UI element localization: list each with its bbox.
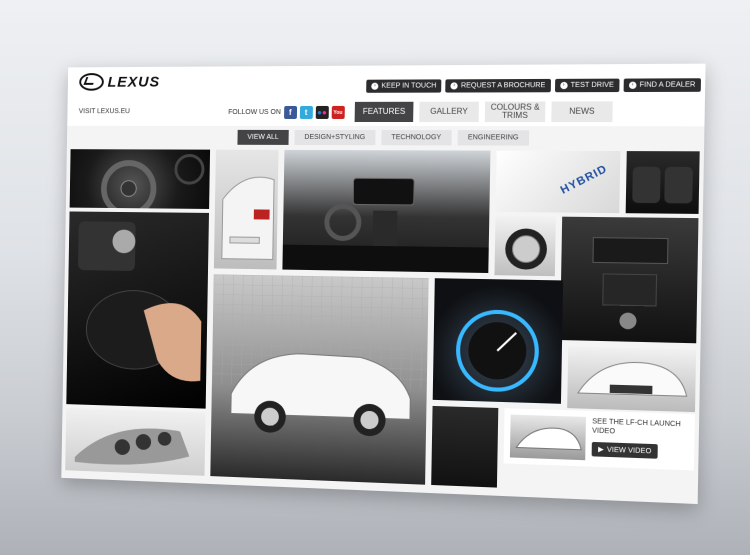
hybrid-badge-photo[interactable]: HYBRID	[495, 150, 621, 214]
sub-nav: VIEW ALL DESIGN+STYLING TECHNOLOGY ENGIN…	[237, 129, 530, 146]
rear-car-photo[interactable]	[213, 149, 279, 270]
hero-car-photo[interactable]	[210, 274, 429, 485]
tab-features[interactable]: FEATURES	[354, 101, 414, 123]
dashboard-image	[282, 150, 489, 274]
play-icon: ▶	[597, 446, 604, 454]
gauge-image	[433, 278, 563, 404]
filter-design-styling[interactable]: DESIGN+STYLING	[294, 129, 376, 146]
promo-car-image	[510, 415, 586, 461]
filter-view-all[interactable]: VIEW ALL	[237, 129, 289, 145]
tab-news[interactable]: NEWS	[551, 101, 613, 123]
promo-title: SEE THE LF-CH LAUNCH VIDEO	[591, 418, 681, 436]
find-dealer-button[interactable]: › FIND A DEALER	[623, 78, 702, 93]
follow-label: FOLLOW US ON	[228, 109, 281, 117]
utility-buttons: › KEEP IN TOUCH › REQUEST A BROCHURE › TEST…	[366, 78, 702, 93]
center-console-photo[interactable]	[559, 216, 699, 344]
hybrid-badge: HYBRID	[558, 162, 610, 197]
lexus-logo[interactable]: LEXUS	[79, 73, 160, 91]
twitter-icon[interactable]: t	[299, 105, 313, 119]
rear-seats-photo[interactable]	[625, 151, 700, 214]
wheel-image	[504, 228, 548, 270]
front-car-photo[interactable]	[567, 346, 697, 413]
lexus-emblem-icon	[79, 73, 104, 91]
page-panel: LEXUS › KEEP IN TOUCH › REQUEST A BROCHURE…	[61, 63, 706, 505]
tab-colours-trims[interactable]: COLOURS & TRIMS	[484, 101, 546, 123]
arrow-icon: ›	[559, 81, 568, 90]
hand-controller-image	[77, 221, 202, 382]
filter-technology[interactable]: TECHNOLOGY	[381, 130, 452, 146]
tab-gallery[interactable]: GALLERY	[419, 101, 479, 123]
site-header: LEXUS › KEEP IN TOUCH › REQUEST A BROCHURE…	[67, 63, 706, 127]
request-brochure-button[interactable]: › REQUEST A BROCHURE	[445, 78, 551, 93]
interior-detail-photo[interactable]	[431, 405, 499, 488]
promo-thumbnail[interactable]	[509, 414, 586, 461]
console-image	[560, 217, 698, 330]
rear-car-image	[214, 150, 279, 270]
front-car-image	[567, 346, 696, 412]
test-drive-button[interactable]: › TEST DRIVE	[554, 78, 620, 93]
filter-engineering[interactable]: ENGINEERING	[457, 130, 530, 146]
youtube-icon[interactable]: You	[331, 105, 345, 119]
gauge-cluster-photo[interactable]	[432, 278, 564, 404]
arrow-icon: ›	[371, 82, 379, 90]
arrow-icon: ›	[450, 82, 458, 90]
main-nav: FEATURES GALLERY COLOURS & TRIMS NEWS	[354, 101, 613, 123]
logo-text: LEXUS	[107, 73, 161, 91]
social-follow: FOLLOW US ON f t ● ● You	[228, 105, 345, 119]
steering-wheel-photo[interactable]	[69, 149, 211, 209]
seats-image	[632, 166, 693, 204]
remote-touch-photo[interactable]	[66, 211, 209, 409]
steering-wheel-image	[70, 149, 210, 209]
white-car-image	[211, 274, 429, 437]
website-screenshot: LEXUS › KEEP IN TOUCH › REQUEST A BROCHURE…	[61, 63, 706, 505]
arrow-icon: ›	[628, 81, 637, 89]
wheel-photo[interactable]	[494, 215, 556, 277]
view-video-button[interactable]: ▶ VIEW VIDEO	[591, 441, 658, 459]
flickr-icon[interactable]: ● ●	[315, 105, 329, 119]
dashboard-interior-photo[interactable]	[282, 149, 491, 274]
headlight-photo[interactable]	[65, 407, 206, 476]
keep-in-touch-button[interactable]: › KEEP IN TOUCH	[366, 79, 442, 93]
visit-lexus-link[interactable]: VISIT LEXUS.EU	[79, 108, 130, 115]
headlight-image	[74, 425, 190, 468]
facebook-icon[interactable]: f	[283, 105, 297, 119]
launch-video-promo: SEE THE LF-CH LAUNCH VIDEO ▶ VIEW VIDEO	[503, 408, 695, 471]
